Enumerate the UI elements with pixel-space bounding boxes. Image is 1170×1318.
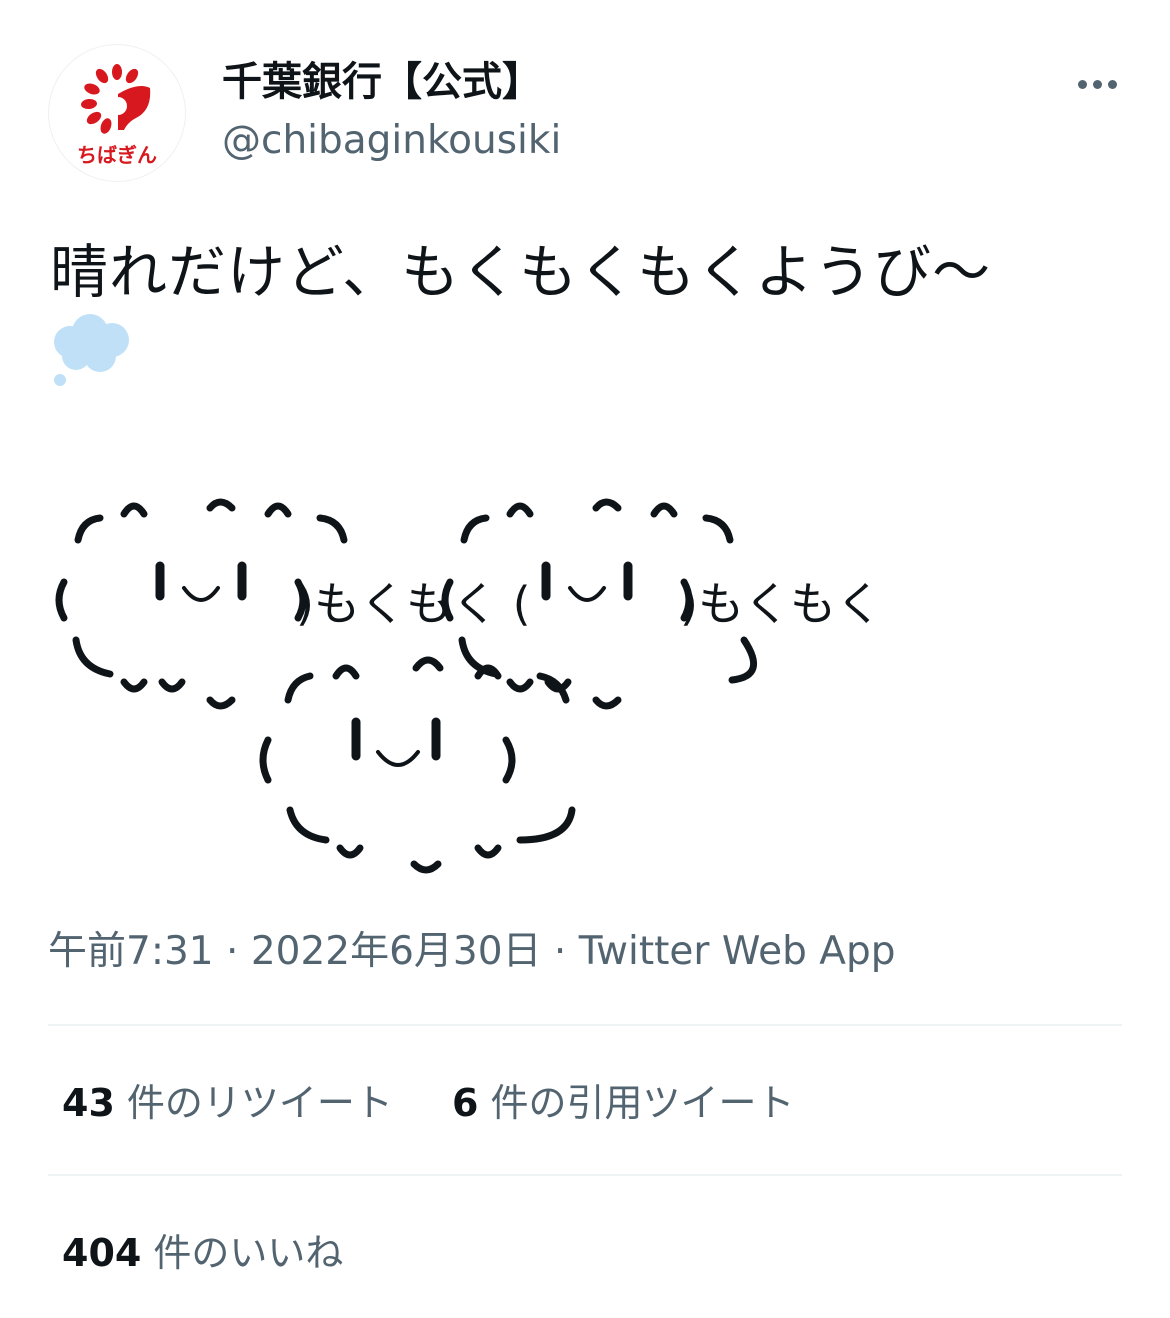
retweets-label: 件のリツイート [126, 1081, 393, 1125]
meta-separator: · [553, 929, 567, 974]
quotes-label: 件の引用ツイート [490, 1081, 795, 1125]
art-label: )もくもく [680, 577, 882, 631]
divider [48, 1024, 1122, 1026]
tweet-source[interactable]: Twitter Web App [579, 929, 896, 974]
art-label: )もくもく ( [296, 577, 531, 631]
retweets-count: 43 [62, 1081, 115, 1125]
likes-stat[interactable]: 404 件のいいね [62, 1230, 343, 1276]
likes-count: 404 [62, 1231, 142, 1275]
cloud-face [259, 636, 757, 874]
likes-label: 件のいいね [153, 1231, 344, 1275]
tweet-meta: 午前7:31 · 2022年6月30日 · Twitter Web App [48, 928, 895, 976]
tweet-date[interactable]: 2022年6月30日 [251, 929, 542, 974]
divider [48, 1174, 1122, 1176]
meta-separator: · [226, 929, 239, 974]
tweet-time[interactable]: 午前7:31 [48, 929, 214, 974]
quotes-count: 6 [452, 1081, 479, 1125]
retweets-stat[interactable]: 43 件のリツイート [62, 1080, 393, 1126]
quotes-stat[interactable]: 6 件の引用ツイート [452, 1080, 794, 1126]
